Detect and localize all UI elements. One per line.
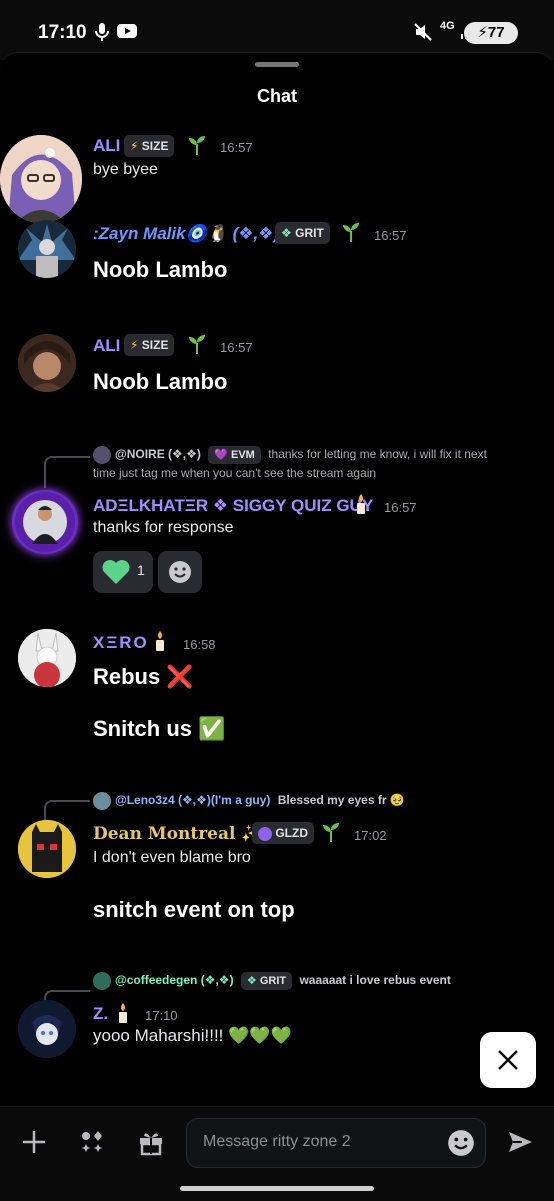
avatar bbox=[93, 792, 111, 810]
battery-level: 77 bbox=[487, 24, 505, 41]
gift-icon bbox=[140, 1133, 162, 1156]
apps-button[interactable] bbox=[78, 1128, 106, 1161]
message-timestamp: 17:02 bbox=[354, 828, 387, 843]
message-text: Snitch us ✅ bbox=[93, 716, 226, 741]
apps-icon bbox=[81, 1131, 103, 1152]
sprout-icon bbox=[186, 333, 208, 360]
reaction-heart[interactable]: 1 bbox=[93, 551, 153, 593]
reply-text: thanks for letting me know, i will fix i… bbox=[268, 447, 487, 462]
page-title: Chat bbox=[257, 86, 297, 106]
message-author[interactable]: XΞRO bbox=[93, 633, 149, 653]
badge-label: GLZD bbox=[275, 826, 309, 840]
avatar[interactable] bbox=[18, 220, 76, 278]
message-text: I don't even blame bro bbox=[93, 849, 251, 866]
emoji-icon[interactable] bbox=[447, 1129, 475, 1157]
drag-handle[interactable] bbox=[255, 62, 299, 67]
battery-indicator: ⚡77 bbox=[464, 22, 518, 44]
moon-icon bbox=[258, 826, 272, 841]
avatar bbox=[93, 972, 111, 990]
message-input[interactable]: Message ritty zone 2 bbox=[186, 1118, 486, 1168]
grit-icon: ❖ bbox=[281, 226, 292, 240]
youtube-icon bbox=[116, 22, 138, 45]
role-badge: GLZD bbox=[252, 822, 315, 844]
message-text: bye byee bbox=[93, 161, 158, 178]
grit-icon: ❖ bbox=[246, 975, 257, 988]
candle-icon bbox=[153, 630, 167, 657]
badge-label: GRIT bbox=[259, 975, 287, 988]
status-time: 17:10 bbox=[38, 22, 87, 43]
message-text: Noob Lambo bbox=[93, 257, 228, 282]
message-timestamp: 17:10 bbox=[145, 1008, 178, 1023]
heart-icon bbox=[102, 560, 130, 584]
candle-icon bbox=[116, 1002, 130, 1029]
message-text: Noob Lambo bbox=[93, 369, 228, 394]
message-author[interactable]: ALI bbox=[93, 136, 120, 156]
message-text: Rebus ❌ bbox=[93, 664, 194, 689]
avatar[interactable] bbox=[18, 820, 76, 878]
reply-text: time just tag me when you can't see the … bbox=[93, 466, 377, 480]
message-timestamp: 16:57 bbox=[374, 228, 407, 243]
reply-author: @coffeedegen (❖,❖) bbox=[115, 973, 234, 988]
message-placeholder: Message ritty zone 2 bbox=[203, 1133, 351, 1150]
badge-label: SIZE bbox=[141, 139, 169, 153]
plus-icon bbox=[23, 1131, 45, 1153]
avatar[interactable] bbox=[18, 629, 76, 687]
message-author[interactable]: :Zayn Malik🧿🐧 (❖,❖) bbox=[93, 224, 279, 244]
avatar[interactable] bbox=[12, 490, 78, 554]
role-badge: ❖ GRIT bbox=[240, 972, 293, 991]
send-button[interactable] bbox=[506, 1128, 534, 1161]
home-indicator[interactable] bbox=[180, 1186, 374, 1191]
badge-label: GRIT bbox=[295, 226, 324, 240]
message-author[interactable]: ADΞLKHATΞR ❖ SIGGY QUIZ GUY bbox=[93, 496, 373, 516]
mic-icon bbox=[94, 22, 110, 47]
message-timestamp: 16:58 bbox=[183, 637, 216, 652]
mute-icon bbox=[413, 22, 433, 47]
lightning-icon: ⚡ bbox=[477, 24, 488, 41]
status-bar: 17:10 4G ⚡77 bbox=[0, 0, 554, 60]
reaction-count: 1 bbox=[137, 562, 145, 578]
role-badge: 💜 EVM bbox=[208, 446, 261, 465]
reply-connector bbox=[44, 456, 90, 488]
badge-label: EVM bbox=[231, 449, 255, 462]
message-author[interactable]: ALI bbox=[93, 336, 120, 356]
avatar[interactable] bbox=[18, 1000, 76, 1058]
network-label: 4G bbox=[440, 20, 455, 32]
lightning-icon: ⚡ bbox=[130, 139, 139, 153]
message-text: snitch event on top bbox=[93, 897, 295, 922]
message-timestamp: 16:57 bbox=[384, 500, 417, 515]
reply-text: waaaaat i love rebus event bbox=[299, 973, 451, 988]
message-timestamp: 16:57 bbox=[220, 140, 253, 155]
add-reaction-button[interactable] bbox=[158, 551, 202, 593]
reply-preview[interactable]: @Leno3z4 (❖,❖)(I'm a guy) Blessed my eye… bbox=[93, 792, 405, 810]
avatar bbox=[93, 446, 111, 464]
reply-preview[interactable]: @coffeedegen (❖,❖) ❖ GRIT waaaaat i love… bbox=[93, 972, 451, 991]
close-button[interactable] bbox=[480, 1032, 536, 1088]
badge-label: SIZE bbox=[141, 338, 169, 352]
reply-connector bbox=[44, 800, 90, 822]
message-text: thanks for response bbox=[93, 519, 234, 536]
reply-author: @NOIRE (❖,❖) bbox=[115, 447, 201, 462]
candle-icon bbox=[354, 493, 368, 520]
emoji-icon bbox=[169, 561, 191, 583]
role-badge: ⚡ SIZE bbox=[124, 334, 175, 356]
avatar[interactable] bbox=[18, 334, 76, 392]
lightning-icon: ⚡ bbox=[130, 338, 139, 352]
plus-button[interactable] bbox=[20, 1128, 48, 1161]
close-icon bbox=[498, 1050, 518, 1070]
heart-icon: 💜 bbox=[214, 449, 228, 462]
send-icon bbox=[509, 1132, 532, 1152]
reply-author: @Leno3z4 (❖,❖)(I'm a guy) bbox=[115, 793, 271, 808]
sprout-icon bbox=[320, 821, 342, 848]
role-badge: ❖ GRIT bbox=[275, 222, 330, 244]
gift-button[interactable] bbox=[137, 1128, 165, 1161]
sprout-icon bbox=[186, 134, 208, 161]
reply-text: Blessed my eyes fr 🥹 bbox=[277, 793, 405, 808]
message-text: yooo Maharshi!!!! 💚💚💚 bbox=[93, 1026, 292, 1045]
message-author[interactable]: Z. bbox=[93, 1004, 108, 1024]
message-timestamp: 16:57 bbox=[220, 340, 253, 355]
reply-preview[interactable]: @NOIRE (❖,❖) 💜 EVM thanks for letting me… bbox=[93, 446, 487, 465]
sprout-icon bbox=[340, 221, 362, 248]
avatar[interactable] bbox=[0, 135, 82, 223]
role-badge: ⚡ SIZE bbox=[124, 135, 175, 157]
